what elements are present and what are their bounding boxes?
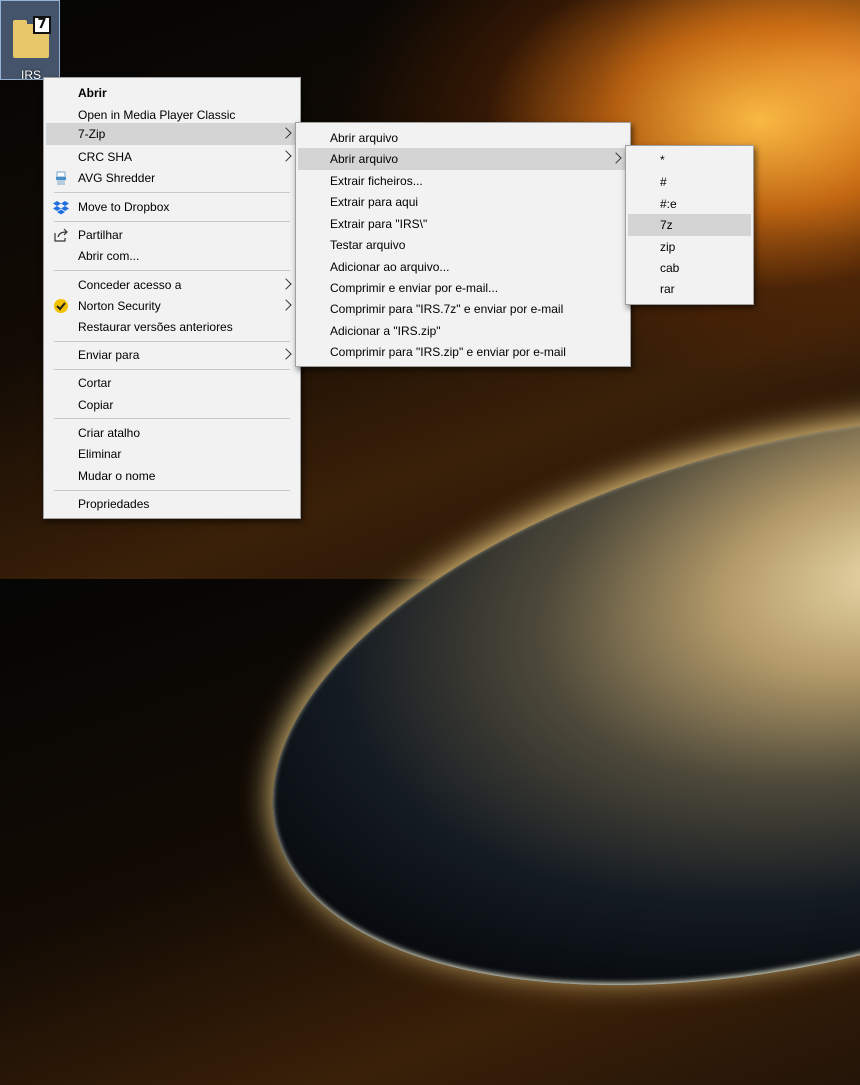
menu-item-label: # bbox=[660, 175, 667, 189]
menu-item-7zip[interactable]: 7-Zip bbox=[46, 123, 298, 145]
submenu-item-abrir-arquivo-tipo[interactable]: Abrir arquivo bbox=[298, 148, 628, 170]
menu-item-label: Criar atalho bbox=[78, 426, 141, 440]
submenu-item-extrair-ficheiros[interactable]: Extrair ficheiros... bbox=[298, 170, 628, 192]
menu-item-label: Cortar bbox=[78, 376, 112, 390]
menu-item-label: Extrair para aqui bbox=[330, 195, 419, 209]
menu-item-label: Adicionar a "IRS.zip" bbox=[330, 324, 441, 338]
type-item-7z[interactable]: 7z bbox=[628, 214, 751, 236]
norton-check-icon bbox=[54, 299, 68, 313]
menu-item-enviar-para[interactable]: Enviar para bbox=[46, 344, 298, 366]
menu-item-abrir-com[interactable]: Abrir com... bbox=[46, 245, 298, 267]
menu-item-avg-shredder[interactable]: AVG Shredder bbox=[46, 167, 298, 189]
menu-item-label: Abrir arquivo bbox=[330, 152, 399, 166]
menu-item-eliminar[interactable]: Eliminar bbox=[46, 443, 298, 465]
menu-item-label: Open in Media Player Classic bbox=[78, 108, 236, 122]
menu-item-partilhar[interactable]: Partilhar bbox=[46, 224, 298, 246]
menu-item-criar-atalho[interactable]: Criar atalho bbox=[46, 422, 298, 444]
menu-item-label: Enviar para bbox=[78, 348, 140, 362]
submenu-item-abrir-arquivo[interactable]: Abrir arquivo bbox=[298, 127, 628, 149]
menu-item-label: zip bbox=[660, 240, 676, 254]
menu-item-label: Restaurar versões anteriores bbox=[78, 320, 233, 334]
archive-type-submenu: * # #:e 7z zip cab rar bbox=[625, 145, 754, 305]
type-item-hash-e[interactable]: #:e bbox=[628, 193, 751, 215]
submenu-item-extrair-para-irs[interactable]: Extrair para "IRS\" bbox=[298, 213, 628, 235]
chevron-right-icon bbox=[610, 152, 622, 164]
submenu-item-adicionar-arquivo[interactable]: Adicionar ao arquivo... bbox=[298, 256, 628, 278]
folder-icon: 7 bbox=[13, 16, 51, 60]
menu-item-label: Extrair para "IRS\" bbox=[330, 217, 428, 231]
desktop-folder-irs[interactable]: 7 IRS bbox=[0, 0, 60, 82]
seven-zip-submenu: Abrir arquivo Abrir arquivo Extrair fich… bbox=[295, 122, 631, 367]
chevron-right-icon bbox=[280, 299, 292, 311]
menu-item-label: 7z bbox=[660, 218, 673, 232]
wallpaper-planet bbox=[213, 314, 860, 1085]
menu-item-label: #:e bbox=[660, 197, 677, 211]
type-item-hash[interactable]: # bbox=[628, 171, 751, 193]
menu-item-label: Propriedades bbox=[78, 497, 150, 511]
menu-item-label: Adicionar ao arquivo... bbox=[330, 260, 450, 274]
submenu-item-testar-arquivo[interactable]: Testar arquivo bbox=[298, 234, 628, 256]
menu-separator bbox=[54, 270, 290, 271]
share-icon bbox=[54, 228, 68, 242]
menu-item-mudar-nome[interactable]: Mudar o nome bbox=[46, 465, 298, 487]
seven-zip-badge-icon: 7 bbox=[33, 16, 51, 34]
menu-item-label: Move to Dropbox bbox=[78, 200, 170, 214]
menu-item-label: Eliminar bbox=[78, 447, 122, 461]
type-item-rar[interactable]: rar bbox=[628, 278, 751, 300]
type-item-cab[interactable]: cab bbox=[628, 257, 751, 279]
submenu-item-comprimir-zip-email[interactable]: Comprimir para "IRS.zip" e enviar por e-… bbox=[298, 341, 628, 363]
menu-item-label: Partilhar bbox=[78, 228, 123, 242]
menu-item-label: cab bbox=[660, 261, 680, 275]
menu-item-label: * bbox=[660, 153, 665, 167]
menu-item-label: Abrir bbox=[78, 86, 107, 100]
type-item-star[interactable]: * bbox=[628, 149, 751, 171]
shredder-icon bbox=[56, 171, 66, 185]
submenu-item-adicionar-zip[interactable]: Adicionar a "IRS.zip" bbox=[298, 320, 628, 342]
menu-item-abrir[interactable]: Abrir bbox=[46, 82, 298, 104]
menu-item-propriedades[interactable]: Propriedades bbox=[46, 493, 298, 515]
menu-item-conceder-acesso[interactable]: Conceder acesso a bbox=[46, 274, 298, 296]
chevron-right-icon bbox=[280, 348, 292, 360]
menu-item-label: Abrir com... bbox=[78, 249, 140, 263]
menu-item-copiar[interactable]: Copiar bbox=[46, 394, 298, 416]
menu-separator bbox=[54, 221, 290, 222]
menu-item-label: Comprimir para "IRS.7z" e enviar por e-m… bbox=[330, 302, 564, 316]
menu-separator bbox=[54, 341, 290, 342]
menu-item-norton-security[interactable]: Norton Security bbox=[46, 295, 298, 317]
menu-item-label: Comprimir e enviar por e-mail... bbox=[330, 281, 499, 295]
menu-item-move-to-dropbox[interactable]: Move to Dropbox bbox=[46, 196, 298, 218]
menu-item-label: Norton Security bbox=[78, 299, 161, 313]
menu-item-label: AVG Shredder bbox=[78, 171, 156, 185]
menu-item-crc-sha[interactable]: CRC SHA bbox=[46, 146, 298, 168]
menu-item-label: Conceder acesso a bbox=[78, 278, 182, 292]
menu-item-label: CRC SHA bbox=[78, 150, 133, 164]
chevron-right-icon bbox=[280, 127, 292, 139]
submenu-item-comprimir-enviar[interactable]: Comprimir e enviar por e-mail... bbox=[298, 277, 628, 299]
menu-item-label: Mudar o nome bbox=[78, 469, 156, 483]
menu-separator bbox=[54, 418, 290, 419]
menu-item-label: 7-Zip bbox=[78, 127, 106, 141]
submenu-item-comprimir-7z-email[interactable]: Comprimir para "IRS.7z" e enviar por e-m… bbox=[298, 298, 628, 320]
dropbox-icon bbox=[53, 201, 69, 215]
menu-item-label: Comprimir para "IRS.zip" e enviar por e-… bbox=[330, 345, 566, 359]
menu-separator bbox=[54, 369, 290, 370]
menu-separator bbox=[54, 192, 290, 193]
menu-item-label: Copiar bbox=[78, 398, 114, 412]
menu-item-label: Testar arquivo bbox=[330, 238, 406, 252]
chevron-right-icon bbox=[280, 150, 292, 162]
menu-item-cortar[interactable]: Cortar bbox=[46, 372, 298, 394]
chevron-right-icon bbox=[280, 278, 292, 290]
menu-item-restaurar-versoes[interactable]: Restaurar versões anteriores bbox=[46, 316, 298, 338]
context-menu: Abrir Open in Media Player Classic 7-Zip… bbox=[43, 77, 301, 519]
menu-item-label: Extrair ficheiros... bbox=[330, 174, 423, 188]
type-item-zip[interactable]: zip bbox=[628, 236, 751, 258]
menu-item-label: rar bbox=[660, 282, 675, 296]
submenu-item-extrair-aqui[interactable]: Extrair para aqui bbox=[298, 191, 628, 213]
menu-separator bbox=[54, 490, 290, 491]
menu-item-label: Abrir arquivo bbox=[330, 131, 399, 145]
